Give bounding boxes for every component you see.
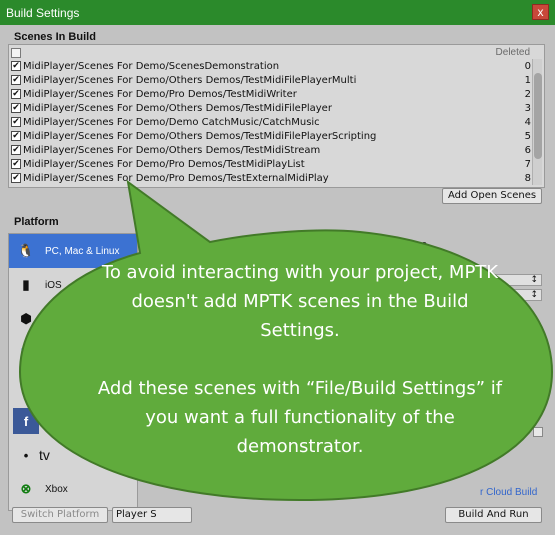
- linux-penguin-icon: 🐧: [17, 243, 35, 258]
- platform-label: Xbox: [45, 483, 68, 495]
- scene-list: ✔ MidiPlayer/Scenes For Demo/ScenesDemons…: [11, 59, 531, 185]
- standalone-label: ndalone: [388, 239, 428, 251]
- scene-row[interactable]: ✔ MidiPlayer/Scenes For Demo/Pro Demos/Te…: [11, 157, 531, 171]
- scene-path: MidiPlayer/Scenes For Demo/Pro Demos/Tes…: [23, 158, 305, 170]
- scene-checkbox[interactable]: ✔: [11, 117, 21, 127]
- scene-path: MidiPlayer/Scenes For Demo/Others Demos/…: [23, 130, 377, 142]
- appletv-icon: •: [23, 447, 29, 463]
- scene-row[interactable]: ✔ MidiPlayer/Scenes For Demo/Pro Demos/Te…: [11, 171, 531, 185]
- scene-checkbox[interactable]: ✔: [11, 103, 21, 113]
- scene-index: 6: [524, 144, 531, 156]
- ios-device-icon: ▮: [22, 277, 30, 292]
- scene-row[interactable]: ✔ MidiPlayer/Scenes For Demo/Others Demos…: [11, 101, 531, 115]
- scene-row[interactable]: ✔ MidiPlayer/Scenes For Demo/Demo CatchMu…: [11, 115, 531, 129]
- switch-platform-button[interactable]: Switch Platform: [12, 507, 108, 523]
- scene-index: 4: [524, 116, 531, 128]
- scene-checkbox[interactable]: ✔: [11, 159, 21, 169]
- platform-label: PC, Mac & Linux: [45, 245, 120, 257]
- scene-row[interactable]: ✔ MidiPlayer/Scenes For Demo/Others Demos…: [11, 143, 531, 157]
- window-title: Build Settings: [6, 5, 80, 20]
- scenes-in-build-list[interactable]: Deleted ✔ MidiPlayer/Scenes For Demo/Scen…: [8, 44, 545, 188]
- scene-index: 5: [524, 130, 531, 142]
- scene-path: MidiPlayer/Scenes For Demo/ScenesDemonst…: [23, 60, 280, 72]
- callout-paragraph-1: To avoid interacting with your project, …: [101, 262, 499, 341]
- scene-checkbox[interactable]: ✔: [11, 61, 21, 71]
- scene-index: 0: [524, 60, 531, 72]
- close-button[interactable]: x: [532, 4, 549, 20]
- scene-path: MidiPlayer/Scenes For Demo/Others Demos/…: [23, 144, 321, 156]
- facebook-icon: f: [13, 408, 39, 434]
- xbox-icon: ⊗: [20, 481, 32, 496]
- platform-label: iOS: [45, 279, 62, 291]
- scene-checkbox[interactable]: ✔: [11, 131, 21, 141]
- window-titlebar[interactable]: Build Settings x: [0, 0, 555, 25]
- scene-path: MidiPlayer/Scenes For Demo/Others Demos/…: [23, 74, 357, 86]
- scene-path: MidiPlayer/Scenes For Demo/Pro Demos/Tes…: [23, 88, 297, 100]
- scene-index: 7: [524, 158, 531, 170]
- platform-heading: Platform: [14, 216, 59, 228]
- callout-paragraph-2: Add these scenes with “File/Build Settin…: [97, 378, 503, 457]
- scene-index: 3: [524, 102, 531, 114]
- scene-path: MidiPlayer/Scenes For Demo/Demo CatchMus…: [23, 116, 320, 128]
- scrollbar-thumb[interactable]: [534, 73, 542, 159]
- scene-row[interactable]: ✔ MidiPlayer/Scenes For Demo/Others Demos…: [11, 73, 531, 87]
- scene-checkbox[interactable]: ✔: [11, 173, 21, 183]
- scene-checkbox[interactable]: ✔: [11, 145, 21, 155]
- deleted-label: Deleted: [495, 47, 530, 58]
- scene-checkbox[interactable]: ✔: [11, 75, 21, 85]
- webgl-icon: 5: [22, 379, 30, 395]
- player-settings-button[interactable]: Player S: [112, 507, 192, 523]
- scene-index: 2: [524, 88, 531, 100]
- platform-label: An: [45, 313, 58, 325]
- windows-icon: ⊞: [20, 345, 32, 360]
- build-and-run-button[interactable]: Build And Run: [445, 507, 542, 523]
- scene-row[interactable]: ✔ MidiPlayer/Scenes For Demo/ScenesDemons…: [11, 59, 531, 73]
- scene-row[interactable]: ✔ MidiPlayer/Scenes For Demo/Others Demos…: [11, 129, 531, 143]
- scene-index: 1: [524, 74, 531, 86]
- cloud-build-link[interactable]: r Cloud Build: [480, 487, 537, 498]
- scene-path: MidiPlayer/Scenes For Demo/Others Demos/…: [23, 102, 332, 114]
- android-icon: ⬢: [20, 311, 32, 326]
- callout-text: To avoid interacting with your project, …: [90, 258, 510, 461]
- scenes-scrollbar[interactable]: [532, 59, 542, 185]
- add-open-scenes-button[interactable]: Add Open Scenes: [442, 188, 542, 204]
- scene-path: MidiPlayer/Scenes For Demo/Pro Demos/Tes…: [23, 172, 329, 184]
- scene-row[interactable]: ✔ MidiPlayer/Scenes For Demo/Pro Demos/Te…: [11, 87, 531, 101]
- scene-checkbox[interactable]: ✔: [11, 89, 21, 99]
- close-icon: x: [537, 5, 544, 19]
- option-checkbox[interactable]: [533, 427, 543, 437]
- scenes-heading: Scenes In Build: [14, 31, 96, 43]
- platform-item[interactable]: ⊗ Xbox: [9, 472, 137, 506]
- select-all-checkbox[interactable]: [11, 48, 21, 58]
- appletv-label: tv: [39, 447, 50, 463]
- scene-index: 8: [524, 172, 531, 184]
